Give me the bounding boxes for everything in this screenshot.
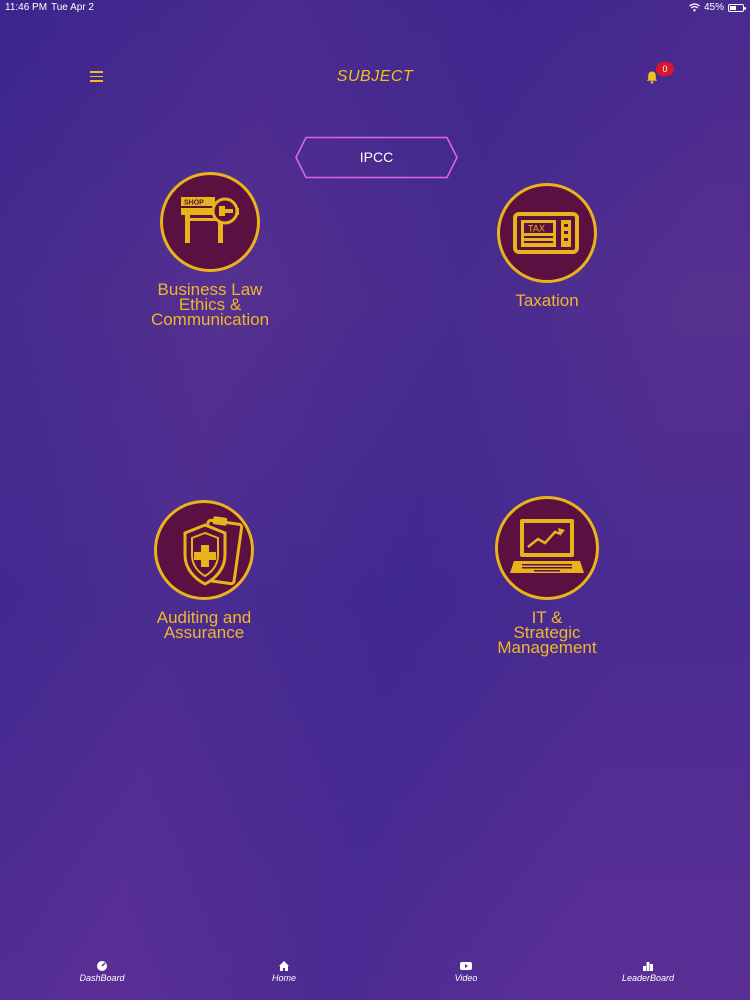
notification-badge: 0 xyxy=(656,62,674,76)
subject-label: IT & Strategic Management xyxy=(497,608,597,657)
battery-percent: 45% xyxy=(703,2,724,13)
subject-label: Business Law Ethics & Communication xyxy=(150,280,270,329)
nav-leaderboard[interactable]: LeaderBoard xyxy=(608,955,688,983)
tax-icon: TAX xyxy=(497,183,597,283)
page-title: SUBJECT xyxy=(336,68,414,85)
tab-ipcc[interactable]: IPCC xyxy=(294,136,459,179)
nav-video[interactable]: Video xyxy=(426,955,506,983)
subject-auditing-assurance[interactable]: Auditing and Assurance xyxy=(129,500,279,642)
leaderboard-icon xyxy=(642,959,654,971)
bottom-nav: DashBoard Home Video LeaderBoard xyxy=(0,955,750,1000)
nav-label: Home xyxy=(271,973,296,983)
status-date: Tue Apr 2 xyxy=(51,2,94,13)
nav-label: Video xyxy=(454,973,478,983)
subject-label: Auditing and Assurance xyxy=(156,608,252,642)
subject-it-strategic-management[interactable]: IT & Strategic Management xyxy=(472,496,622,657)
status-bar: 11:46 PM Tue Apr 2 45% xyxy=(0,0,750,14)
subject-taxation[interactable]: TAX Taxation xyxy=(472,183,622,310)
nav-dashboard[interactable]: DashBoard xyxy=(62,955,142,983)
nav-label: DashBoard xyxy=(79,973,125,983)
subject-label: Taxation xyxy=(515,291,579,310)
nav-home[interactable]: Home xyxy=(244,955,324,983)
battery-icon xyxy=(728,3,746,12)
home-icon xyxy=(278,959,290,971)
laptop-chart-icon xyxy=(495,496,599,600)
shop-icon: SHOP xyxy=(160,172,260,272)
shield-clipboard-icon xyxy=(154,500,254,600)
svg-text:TAX: TAX xyxy=(528,224,545,234)
status-right: 45% xyxy=(689,2,746,13)
wifi-icon xyxy=(689,3,700,12)
tab-label: IPCC xyxy=(359,149,394,165)
video-icon xyxy=(460,959,472,971)
nav-label: LeaderBoard xyxy=(621,973,675,983)
svg-text:SHOP: SHOP xyxy=(184,200,204,207)
status-time: 11:46 PM xyxy=(5,2,48,13)
dashboard-icon xyxy=(96,959,108,971)
subject-business-law[interactable]: SHOP Business Law Ethics & Communication xyxy=(135,172,285,329)
